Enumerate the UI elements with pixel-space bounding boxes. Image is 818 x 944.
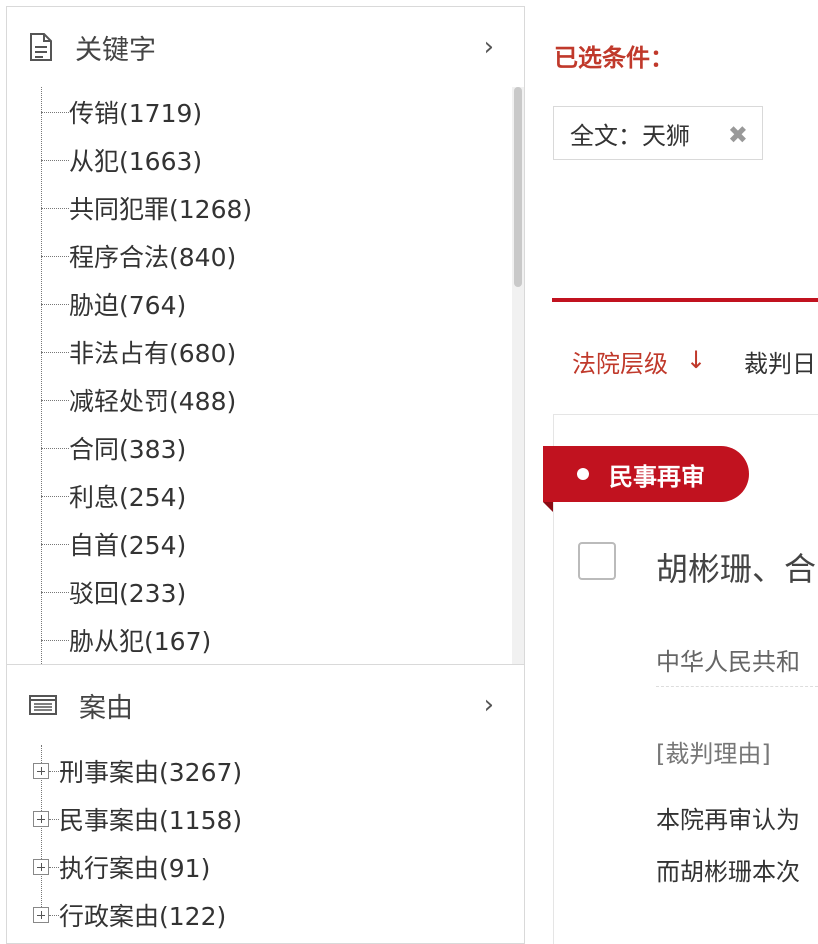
dashed-separator	[656, 686, 818, 687]
keyword-item[interactable]: 从犯(1663)	[41, 140, 202, 180]
cause-item[interactable]: 执行案由(91)	[33, 847, 210, 887]
chevron-right-icon[interactable]: ›	[484, 690, 494, 720]
filter-chip-label: 全文：天狮	[570, 121, 690, 150]
filter-chip: 全文：天狮 ✖	[553, 106, 763, 160]
reason-text-line: 本院再审认为	[656, 806, 800, 834]
reason-label: [裁判理由]	[656, 740, 771, 768]
selected-conditions-label: 已选条件：	[554, 44, 674, 72]
filter-sidebar: 关键字 › 传销(1719) 从犯(1663) 共同犯罪(1268) 程序合法(…	[6, 6, 525, 944]
expand-plus-icon[interactable]	[33, 763, 49, 779]
expand-plus-icon[interactable]	[33, 811, 49, 827]
cause-panel-header[interactable]: 案由 ›	[7, 665, 524, 745]
keyword-scrollbar[interactable]	[512, 87, 524, 664]
keyword-item[interactable]: 利息(254)	[41, 476, 186, 516]
keyword-item[interactable]: 传销(1719)	[41, 92, 202, 132]
sort-down-arrow-icon[interactable]: ↓	[686, 346, 706, 374]
keyword-item[interactable]: 胁迫(764)	[41, 284, 186, 324]
cause-item[interactable]: 行政案由(122)	[33, 895, 226, 935]
section-divider	[552, 298, 818, 302]
court-name: 中华人民共和	[656, 648, 800, 676]
keyword-panel-title: 关键字	[75, 34, 156, 66]
chevron-right-icon[interactable]: ›	[484, 32, 494, 62]
keyword-item[interactable]: 自首(254)	[41, 524, 186, 564]
reason-text-line: 而胡彬珊本次	[656, 858, 800, 886]
sort-judge-date[interactable]: 裁判日	[744, 344, 816, 379]
case-title-link[interactable]: 胡彬珊、合	[656, 544, 816, 590]
keyword-item[interactable]: 胁从犯(167)	[41, 620, 211, 660]
cause-list: 刑事案由(3267) 民事案由(1158) 执行案由(91) 行政案由(122)	[7, 745, 524, 944]
case-type-label: 民事再审	[609, 462, 705, 491]
case-type-ribbon: 民事再审	[543, 446, 749, 502]
keyword-item[interactable]: 合同(383)	[41, 428, 186, 468]
close-icon[interactable]: ✖	[728, 121, 748, 149]
cause-item[interactable]: 民事案由(1158)	[33, 799, 242, 839]
keyword-item[interactable]: 程序合法(840)	[41, 236, 236, 276]
list-card-icon	[29, 695, 57, 715]
keyword-list: 传销(1719) 从犯(1663) 共同犯罪(1268) 程序合法(840) 胁…	[7, 87, 524, 664]
sort-court-level[interactable]: 法院层级	[572, 344, 668, 379]
scrollbar-thumb[interactable]	[514, 87, 522, 287]
keyword-item[interactable]: 驳回(233)	[41, 572, 186, 612]
keyword-item[interactable]: 非法占有(680)	[41, 332, 236, 372]
expand-plus-icon[interactable]	[33, 859, 49, 875]
expand-plus-icon[interactable]	[33, 907, 49, 923]
result-checkbox[interactable]	[578, 542, 616, 580]
keyword-item[interactable]: 减轻处罚(488)	[41, 380, 236, 420]
document-icon	[30, 33, 52, 61]
cause-item[interactable]: 刑事案由(3267)	[33, 751, 242, 791]
ribbon-fold	[543, 502, 553, 512]
dot-icon	[577, 468, 589, 480]
cause-panel-title: 案由	[79, 692, 133, 724]
keyword-item[interactable]: 共同犯罪(1268)	[41, 188, 252, 228]
keyword-panel-header[interactable]: 关键字 ›	[7, 7, 524, 87]
